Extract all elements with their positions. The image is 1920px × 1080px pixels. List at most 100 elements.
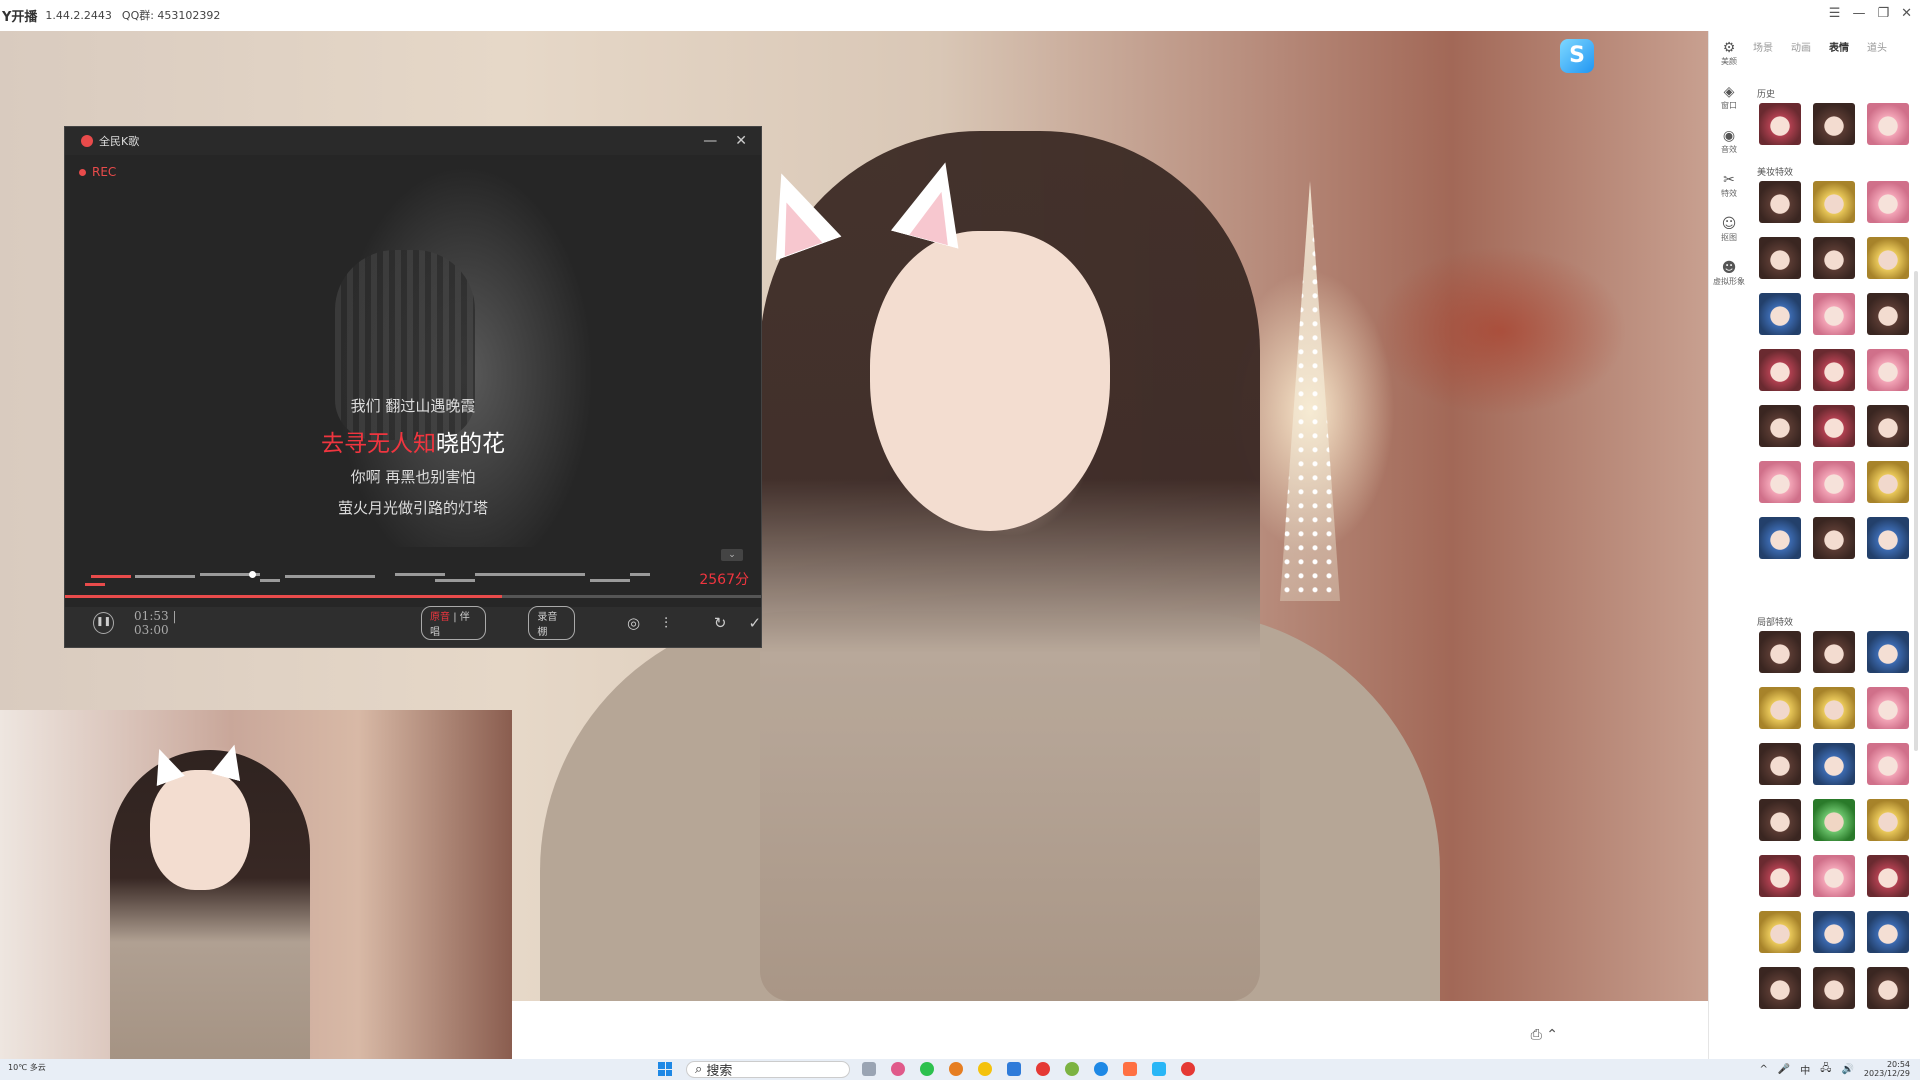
effect-thumbnail[interactable] — [1759, 967, 1801, 1009]
task-view-icon[interactable] — [862, 1062, 876, 1076]
app-icon-5[interactable] — [1036, 1062, 1050, 1076]
score: 2567分 — [699, 572, 749, 588]
sound-effect-button[interactable]: 录音棚 — [528, 606, 575, 640]
effect-thumbnail[interactable] — [1759, 799, 1801, 841]
effect-thumbnail[interactable] — [1813, 405, 1855, 447]
effect-thumbnail[interactable] — [1759, 349, 1801, 391]
beauty-grid — [1759, 181, 1909, 559]
effect-thumbnail[interactable] — [1813, 967, 1855, 1009]
effect-thumbnail[interactable] — [1867, 103, 1909, 145]
close-button[interactable]: ✕ — [1901, 6, 1912, 21]
pause-button[interactable]: ❚❚ — [93, 612, 115, 634]
effect-thumbnail[interactable] — [1813, 461, 1855, 503]
camera-icon[interactable]: ◎ — [627, 614, 640, 632]
effect-thumbnail[interactable] — [1813, 855, 1855, 897]
app-icon-7[interactable] — [1123, 1062, 1137, 1076]
effect-thumbnail[interactable] — [1759, 237, 1801, 279]
collapse-chevron-icon[interactable]: ⌄ — [721, 549, 743, 561]
effect-thumbnail[interactable] — [1759, 103, 1801, 145]
tab-headwear[interactable]: 道头 — [1867, 39, 1887, 54]
effect-thumbnail[interactable] — [1867, 911, 1909, 953]
vocal-toggle[interactable]: 原音 | 伴唱 — [421, 606, 487, 640]
karaoke-app-icon[interactable] — [1181, 1062, 1195, 1076]
app-icon-2[interactable] — [949, 1062, 963, 1076]
tab-animation[interactable]: 动画 — [1791, 39, 1811, 54]
maximize-button[interactable]: ❐ — [1877, 6, 1889, 21]
camera-preview-thumbnail[interactable] — [0, 710, 512, 1060]
effect-thumbnail[interactable] — [1759, 405, 1801, 447]
effect-thumbnail[interactable] — [1867, 855, 1909, 897]
karaoke-close-button[interactable]: ✕ — [735, 133, 747, 149]
karaoke-minimize-button[interactable]: — — [703, 133, 717, 149]
s-app-icon[interactable] — [1152, 1062, 1166, 1076]
tool-audio[interactable]: ◉ 音效 — [1709, 119, 1749, 163]
panel-scrollbar[interactable] — [1914, 271, 1918, 751]
app-icon-4[interactable] — [1007, 1062, 1021, 1076]
effect-thumbnail[interactable] — [1867, 405, 1909, 447]
song-progress-bar[interactable] — [65, 595, 761, 598]
tool-effects[interactable]: ✂ 特效 — [1709, 163, 1749, 207]
effect-thumbnail[interactable] — [1759, 293, 1801, 335]
effect-thumbnail[interactable] — [1759, 517, 1801, 559]
taskbar-search[interactable]: ⌕ 搜索 — [686, 1061, 850, 1079]
effect-thumbnail[interactable] — [1813, 517, 1855, 559]
effect-thumbnail[interactable] — [1759, 911, 1801, 953]
effect-thumbnail[interactable] — [1813, 103, 1855, 145]
effect-thumbnail[interactable] — [1813, 181, 1855, 223]
tool-avatar[interactable]: ☻ 虚拟形象 — [1709, 251, 1749, 295]
effect-thumbnail[interactable] — [1813, 349, 1855, 391]
microphone-icon[interactable]: 🎤 — [1778, 1064, 1790, 1075]
app-icon-3[interactable] — [978, 1062, 992, 1076]
effect-thumbnail[interactable] — [1867, 631, 1909, 673]
effect-thumbnail[interactable] — [1867, 293, 1909, 335]
loop-icon[interactable]: ↻ — [714, 614, 727, 632]
window-controls: ☰ — ❐ ✕ — [1829, 6, 1912, 21]
effect-thumbnail[interactable] — [1759, 181, 1801, 223]
s-logo-icon[interactable]: S — [1560, 39, 1594, 73]
effect-thumbnail[interactable] — [1813, 687, 1855, 729]
windows-start-icon[interactable] — [658, 1062, 672, 1076]
effect-thumbnail[interactable] — [1813, 237, 1855, 279]
effect-thumbnail[interactable] — [1867, 799, 1909, 841]
effect-thumbnail[interactable] — [1867, 461, 1909, 503]
effect-thumbnail[interactable] — [1867, 687, 1909, 729]
menu-icon[interactable]: ☰ — [1829, 6, 1841, 21]
app-icon-6[interactable] — [1065, 1062, 1079, 1076]
effect-thumbnail[interactable] — [1813, 799, 1855, 841]
network-icon[interactable]: 🖧 — [1820, 1061, 1831, 1078]
effect-thumbnail[interactable] — [1759, 687, 1801, 729]
search-label: 搜索 — [706, 1064, 733, 1079]
effect-thumbnail[interactable] — [1759, 461, 1801, 503]
equalizer-icon[interactable]: ⫶ — [664, 614, 668, 632]
effect-thumbnail[interactable] — [1759, 855, 1801, 897]
effect-thumbnail[interactable] — [1867, 181, 1909, 223]
clock[interactable]: 20:54 2023/12/29 — [1864, 1060, 1910, 1078]
ime-icon[interactable]: 中 — [1800, 1062, 1810, 1077]
wechat-icon[interactable] — [920, 1062, 934, 1076]
weather-widget[interactable]: 10℃ 多云 — [8, 1062, 46, 1073]
effect-thumbnail[interactable] — [1759, 631, 1801, 673]
effect-thumbnail[interactable] — [1813, 293, 1855, 335]
minimize-button[interactable]: — — [1852, 6, 1865, 21]
effect-thumbnail[interactable] — [1867, 743, 1909, 785]
effect-thumbnail[interactable] — [1813, 911, 1855, 953]
effect-thumbnail[interactable] — [1867, 967, 1909, 1009]
tab-scene[interactable]: 场景 — [1753, 39, 1773, 54]
effect-thumbnail[interactable] — [1867, 237, 1909, 279]
tool-window[interactable]: ◈ 窗口 — [1709, 75, 1749, 119]
effect-thumbnail[interactable] — [1813, 743, 1855, 785]
tray-expand-icon[interactable]: ^ — [1759, 1064, 1767, 1075]
effect-thumbnail[interactable] — [1867, 517, 1909, 559]
effect-thumbnail[interactable] — [1759, 743, 1801, 785]
camera-settings-icon[interactable]: ⎙ ⌃ — [1531, 1027, 1558, 1043]
effect-thumbnail[interactable] — [1813, 631, 1855, 673]
finish-check-icon[interactable]: ✓ — [748, 614, 761, 632]
effect-thumbnail[interactable] — [1867, 349, 1909, 391]
tab-expression[interactable]: 表情 — [1829, 39, 1849, 54]
tool-beauty[interactable]: ⚙ 美颜 — [1709, 31, 1749, 75]
app-icon-1[interactable] — [891, 1062, 905, 1076]
volume-icon[interactable]: 🔊 — [1841, 1064, 1853, 1075]
edge-icon[interactable] — [1094, 1062, 1108, 1076]
tool-cutout[interactable]: ☺ 抠图 — [1709, 207, 1749, 251]
effects-tabs: 场景 动画 表情 道头 — [1753, 39, 1887, 54]
